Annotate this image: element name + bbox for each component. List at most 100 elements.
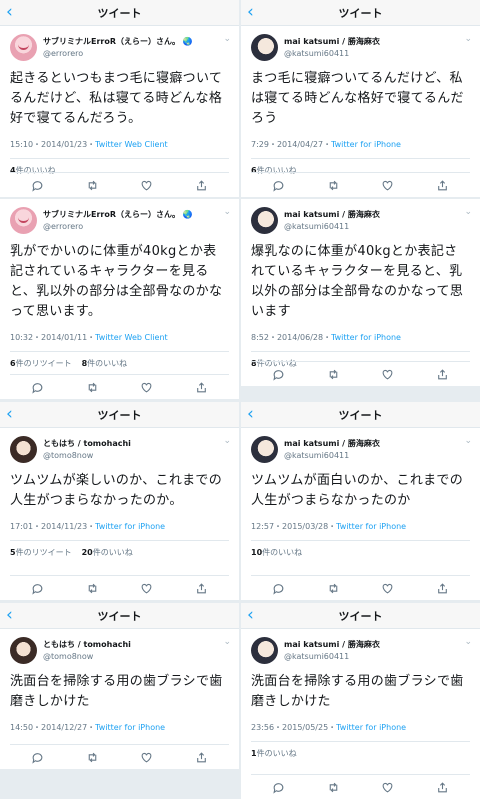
back-chevron-icon[interactable]: ‹ [6,605,13,625]
like-icon[interactable] [137,177,157,193]
tweet-text: 洗面台を掃除する用の歯ブラシで歯磨きしかけた [10,674,223,709]
globe-emoji: 🌏 [182,36,193,46]
tweet-timestamp: 8:52・2014/06/28・ [251,333,332,342]
nav-header: ‹ ツイート [0,603,239,629]
tweet-source-link[interactable]: Twitter Web Client [95,333,168,342]
chevron-down-icon[interactable]: ⌄ [464,436,472,446]
avatar[interactable] [10,34,37,61]
tweet-author[interactable]: ともはち / tomohachi @tomo8now ⌄ [0,629,239,664]
reply-icon[interactable] [27,379,47,395]
tweet-source-link[interactable]: Twitter for iPhone [95,723,165,732]
retweet-icon[interactable] [323,580,343,596]
avatar[interactable] [10,207,37,234]
like-count[interactable]: 20件のいいね [82,548,133,557]
share-icon[interactable] [433,580,453,596]
like-icon[interactable] [378,366,398,382]
tweet-source-link[interactable]: Twitter for iPhone [336,522,406,531]
tweet-text: 乳がでかいのに体重が40kgとか表記されているキャラクターを見ると、乳以外の部分… [10,244,223,319]
retweet-icon[interactable] [323,779,343,795]
share-icon[interactable] [433,366,453,382]
tweet-author[interactable]: mai katsumi / 勝海麻衣 @katsumi60411 ⌄ [241,629,480,664]
tweet-text: 洗面台を掃除する用の歯ブラシで歯磨きしかけた [251,674,464,709]
retweet-icon[interactable] [323,366,343,382]
tweet-source-link[interactable]: Twitter for iPhone [336,723,406,732]
share-icon[interactable] [192,177,212,193]
tweet-panel: ‹ ツイート ともはち / tomohachi @tomo8now ⌄ ツムツム… [0,402,239,600]
like-count[interactable]: 8件のいいね [82,359,128,368]
reply-icon[interactable] [27,580,47,596]
chevron-down-icon[interactable]: ⌄ [223,637,231,647]
display-name: mai katsumi / 勝海麻衣 [284,36,380,46]
tweet-panel: ‹ ツイート mai katsumi / 勝海麻衣 @katsumi60411 … [241,603,480,799]
avatar[interactable] [10,436,37,463]
like-count[interactable]: 1件のいいね [251,749,297,758]
reply-icon[interactable] [268,366,288,382]
tweet-author[interactable]: mai katsumi / 勝海麻衣 @katsumi60411 ⌄ [241,26,480,61]
share-icon[interactable] [192,379,212,395]
user-handle: @tomo8now [43,450,94,460]
display-name: ともはち / tomohachi [43,639,131,649]
tweet-meta: 15:10・2014/01/23・Twitter Web Client [0,129,239,150]
like-icon[interactable] [378,177,398,193]
retweet-count[interactable]: 5件のリツイート [10,548,72,557]
user-handle: @tomo8now [43,651,94,661]
reply-icon[interactable] [27,749,47,765]
screen-title: ツイート [338,408,383,422]
like-icon[interactable] [137,580,157,596]
chevron-down-icon[interactable]: ⌄ [223,207,231,217]
chevron-down-icon[interactable]: ⌄ [464,34,472,44]
tweet-source-link[interactable]: Twitter for iPhone [95,522,165,531]
reply-icon[interactable] [268,177,288,193]
share-icon[interactable] [192,580,212,596]
user-handle: @errorero [43,221,84,231]
back-chevron-icon[interactable]: ‹ [247,605,254,625]
avatar[interactable] [251,436,278,463]
reply-icon[interactable] [268,779,288,795]
retweet-icon[interactable] [82,177,102,193]
avatar[interactable] [251,637,278,664]
retweet-icon[interactable] [82,580,102,596]
back-chevron-icon[interactable]: ‹ [6,2,13,22]
share-icon[interactable] [433,779,453,795]
like-icon[interactable] [137,749,157,765]
like-icon[interactable] [137,379,157,395]
back-chevron-icon[interactable]: ‹ [247,404,254,424]
screen-title: ツイート [97,6,142,20]
chevron-down-icon[interactable]: ⌄ [223,34,231,44]
retweet-icon[interactable] [82,379,102,395]
like-count[interactable]: 10件のいいね [251,548,302,557]
tweet-author[interactable]: mai katsumi / 勝海麻衣 @katsumi60411 ⌄ [241,199,480,234]
tweet-source-link[interactable]: Twitter Web Client [95,140,168,149]
avatar[interactable] [251,207,278,234]
like-icon[interactable] [378,580,398,596]
tweet-source-link[interactable]: Twitter for iPhone [331,140,401,149]
reply-icon[interactable] [268,580,288,596]
tweet-author[interactable]: サブリミナルErroR（えらー）さん。 🌏 @errorero ⌄ [0,199,239,234]
reply-icon[interactable] [27,177,47,193]
chevron-down-icon[interactable]: ⌄ [223,436,231,446]
tweet-source-link[interactable]: Twitter for iPhone [331,333,401,342]
tweet-panel: mai katsumi / 勝海麻衣 @katsumi60411 ⌄ 爆乳なのに… [241,199,480,386]
tweet-timestamp: 12:57・2015/03/28・ [251,522,337,531]
display-name: mai katsumi / 勝海麻衣 [284,639,380,649]
chevron-down-icon[interactable]: ⌄ [464,637,472,647]
tweet-actions [10,172,229,193]
tweet-actions [251,774,470,795]
tweet-timestamp: 7:29・2014/04/27・ [251,140,332,149]
back-chevron-icon[interactable]: ‹ [247,2,254,22]
back-chevron-icon[interactable]: ‹ [6,404,13,424]
tweet-author[interactable]: ともはち / tomohachi @tomo8now ⌄ [0,428,239,463]
share-icon[interactable] [192,749,212,765]
chevron-down-icon[interactable]: ⌄ [464,207,472,217]
user-handle: @katsumi60411 [284,651,350,661]
tweet-author[interactable]: mai katsumi / 勝海麻衣 @katsumi60411 ⌄ [241,428,480,463]
retweet-count[interactable]: 6件のリツイート [10,359,72,368]
like-icon[interactable] [378,779,398,795]
tweet-author[interactable]: サブリミナルErroR（えらー）さん。 🌏 @errorero ⌄ [0,26,239,61]
tweet-actions [10,575,229,596]
retweet-icon[interactable] [82,749,102,765]
retweet-icon[interactable] [323,177,343,193]
share-icon[interactable] [433,177,453,193]
avatar[interactable] [10,637,37,664]
avatar[interactable] [251,34,278,61]
